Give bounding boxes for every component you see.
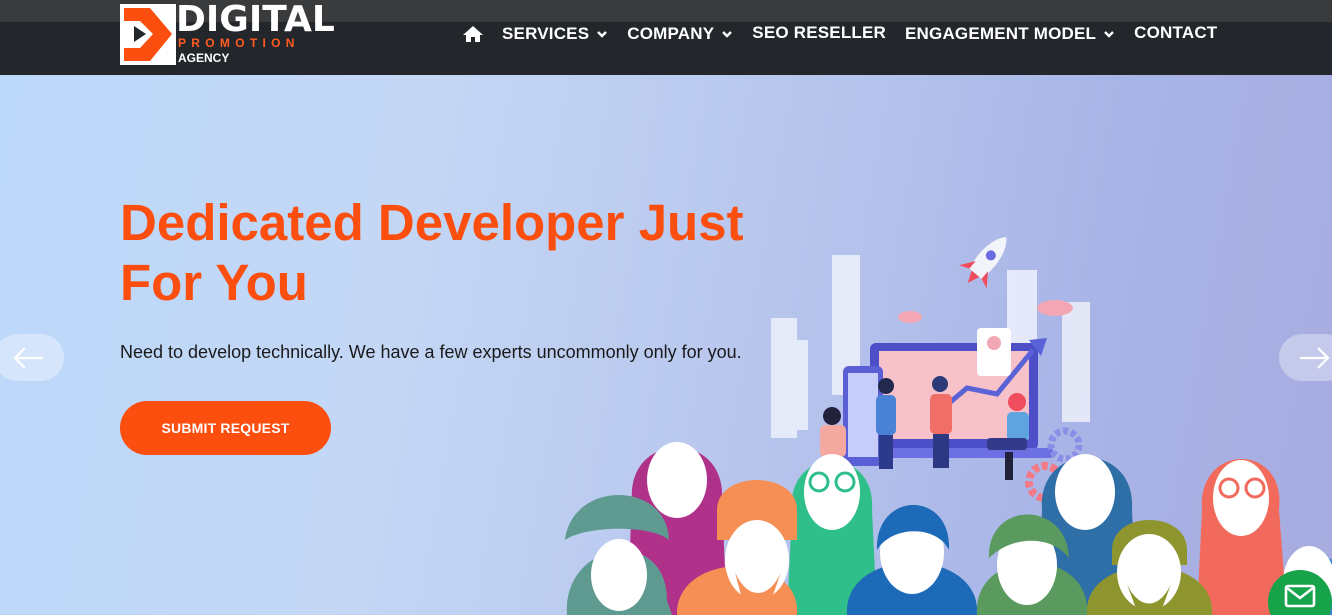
arrow-left-icon: [13, 346, 43, 369]
logo-tagline: PROMOTION: [178, 36, 300, 50]
mail-icon: [1284, 584, 1316, 608]
chevron-down-icon: [1104, 31, 1115, 38]
nav-item-label: COMPANY: [627, 24, 715, 43]
nav-item-company[interactable]: COMPANY: [627, 24, 733, 44]
chevron-down-icon: [597, 31, 608, 38]
logo[interactable]: DIGITAL PROMOTION AGENCY: [120, 2, 335, 66]
nav-item-seo-reseller[interactable]: SEO RESELLER: [752, 23, 886, 43]
nav-item-label: SEO RESELLER: [752, 23, 886, 42]
nav-item-label: CONTACT: [1134, 23, 1218, 42]
home-icon[interactable]: [463, 25, 483, 43]
main-nav: SERVICES COMPANY SEO RESELLER ENGAGEMENT…: [460, 22, 1236, 46]
nav-item-label: SERVICES: [502, 24, 590, 43]
chevron-down-icon: [722, 31, 733, 38]
logo-wordmark: DIGITAL: [176, 0, 335, 40]
logo-mark-icon: [120, 4, 176, 65]
nav-item-contact[interactable]: CONTACT: [1134, 23, 1217, 43]
team-illustration: [565, 237, 1332, 615]
slider-prev-button[interactable]: [0, 334, 64, 381]
nav-item-engagement-model[interactable]: ENGAGEMENT MODEL: [905, 24, 1115, 44]
clouds: [898, 300, 1073, 323]
nav-item-label: ENGAGEMENT MODEL: [905, 24, 1097, 43]
submit-request-button[interactable]: SUBMIT REQUEST: [120, 401, 331, 455]
nav-item-services[interactable]: SERVICES: [502, 24, 608, 44]
logo-suffix: AGENCY: [178, 51, 230, 65]
hero-slider: Dedicated Developer Just For You Need to…: [0, 75, 1332, 615]
